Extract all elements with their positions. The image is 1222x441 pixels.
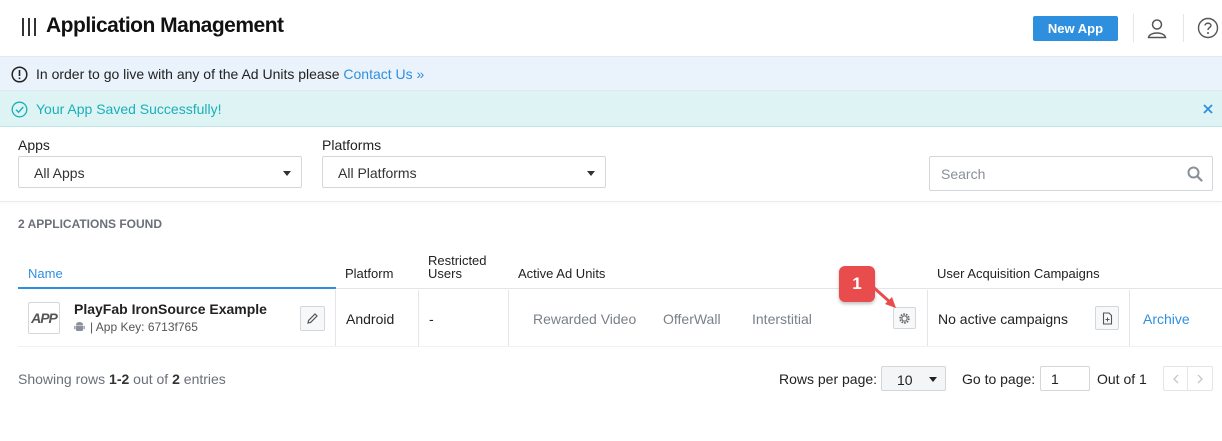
user-icon[interactable] — [1146, 17, 1168, 39]
contact-us-link[interactable]: Contact Us » — [343, 66, 424, 82]
results-count: 2 APPLICATIONS FOUND — [18, 217, 163, 231]
showing-total: 2 — [172, 371, 180, 387]
showing-suffix: entries — [183, 371, 226, 387]
info-message-text: In order to go live with any of the Ad U… — [36, 66, 340, 82]
total-pages-text: Out of 1 — [1097, 371, 1147, 387]
table-header-border — [336, 288, 1222, 289]
apps-select[interactable]: All Apps — [18, 156, 302, 188]
column-header-restricted-line2: Users — [428, 266, 462, 281]
go-to-page-label: Go to page: — [962, 371, 1036, 387]
campaign-report-button[interactable] — [1095, 306, 1119, 330]
showing-prefix: Showing rows — [18, 371, 106, 387]
android-icon — [74, 322, 85, 331]
showing-range: 1-2 — [109, 371, 130, 387]
apps-select-value: All Apps — [34, 165, 85, 181]
new-app-button[interactable]: New App — [1033, 16, 1118, 41]
column-header-ua-campaigns: User Acquisition Campaigns — [937, 266, 1100, 281]
search-icon[interactable] — [1187, 166, 1203, 182]
info-banner: In order to go live with any of the Ad U… — [0, 57, 1222, 91]
restricted-users-cell: - — [429, 311, 434, 327]
sort-indicator — [18, 287, 336, 289]
column-header-restricted-users: Restricted Users — [428, 254, 487, 280]
column-header-active-ad-units: Active Ad Units — [518, 266, 606, 281]
document-icon — [1102, 311, 1112, 325]
app-header: Application Management New App — [0, 0, 1222, 57]
pencil-icon — [307, 313, 318, 324]
menu-icon[interactable] — [22, 18, 36, 36]
platform-cell: Android — [346, 311, 395, 327]
app-key: | App Key: 6713f765 — [90, 320, 198, 334]
column-header-name[interactable]: Name — [28, 266, 63, 281]
help-icon[interactable] — [1197, 17, 1219, 39]
close-icon[interactable] — [1202, 103, 1214, 115]
search-box — [929, 156, 1213, 191]
header-divider — [1133, 14, 1134, 42]
chevron-down-icon — [587, 171, 595, 176]
app-name: PlayFab IronSource Example — [74, 301, 267, 317]
column-divider — [508, 290, 509, 346]
search-input[interactable] — [930, 157, 1180, 190]
gear-icon — [899, 312, 910, 324]
showing-mid: out of — [133, 371, 169, 387]
header-divider — [1183, 14, 1184, 42]
next-page-button[interactable] — [1188, 367, 1212, 390]
chevron-left-icon — [1172, 374, 1178, 383]
column-divider — [418, 290, 419, 346]
platforms-select-value: All Platforms — [338, 165, 417, 181]
column-divider — [927, 290, 928, 346]
platforms-filter-label: Platforms — [322, 137, 382, 153]
chevron-down-icon — [283, 171, 291, 176]
annotation-arrow-icon — [870, 284, 896, 308]
success-message: Your App Saved Successfully! — [36, 101, 222, 117]
platforms-select[interactable]: All Platforms — [322, 156, 606, 188]
ad-unit-offerwall: OfferWall — [663, 311, 721, 327]
chevron-right-icon — [1197, 374, 1203, 383]
prev-page-button[interactable] — [1164, 367, 1189, 390]
check-circle-icon — [11, 101, 28, 118]
showing-rows-text: Showing rows 1-2 out of 2 entries — [18, 371, 226, 387]
ad-unit-interstitial: Interstitial — [752, 311, 812, 327]
pagination-controls — [1163, 366, 1213, 391]
go-to-page-input[interactable] — [1040, 366, 1090, 391]
page-title: Application Management — [46, 14, 284, 37]
apps-filter-label: Apps — [18, 137, 50, 153]
rows-per-page-label: Rows per page: — [779, 371, 878, 387]
ad-unit-rewarded-video: Rewarded Video — [533, 311, 637, 327]
row-divider — [18, 346, 1222, 347]
chevron-down-icon — [929, 377, 937, 382]
success-banner: Your App Saved Successfully! — [0, 91, 1222, 127]
exclamation-icon — [11, 66, 28, 83]
info-message: In order to go live with any of the Ad U… — [36, 66, 424, 82]
column-header-platform: Platform — [345, 266, 394, 281]
filter-divider — [0, 201, 1222, 202]
column-divider — [335, 290, 336, 346]
rows-per-page-value: 10 — [897, 372, 913, 388]
campaigns-cell: No active campaigns — [938, 311, 1068, 327]
app-logo: APP — [28, 302, 60, 334]
rows-per-page-select[interactable]: 10 — [881, 366, 946, 391]
column-divider — [1129, 290, 1130, 346]
edit-app-button[interactable] — [300, 306, 325, 331]
archive-link[interactable]: Archive — [1143, 311, 1190, 327]
